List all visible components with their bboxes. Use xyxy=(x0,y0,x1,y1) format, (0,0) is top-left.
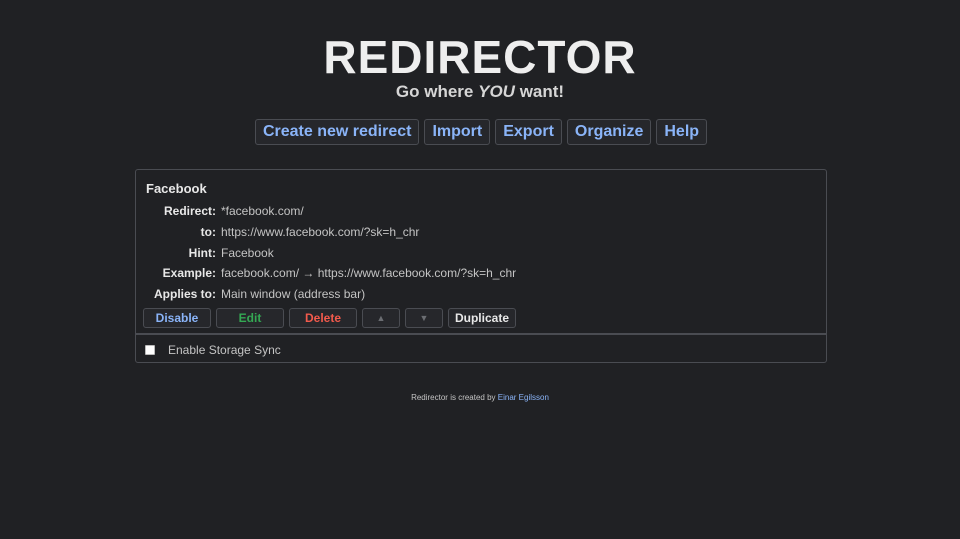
redirect-pattern-value: *facebook.com/ xyxy=(221,204,304,218)
tagline: Go where YOU want! xyxy=(0,82,960,102)
author-link[interactable]: Einar Egilsson xyxy=(498,393,549,402)
storage-sync-checkbox[interactable] xyxy=(145,345,155,355)
redirect-applies-label: Applies to: xyxy=(154,287,216,301)
redirect-example-value: facebook.com/ → https://www.facebook.com… xyxy=(221,266,517,280)
main-menu: Create new redirect Import Export Organi… xyxy=(2,119,960,145)
redirect-actions: Disable Edit Delete ▲ ▼ Duplicate xyxy=(143,308,516,328)
organize-button[interactable]: Organize xyxy=(566,119,652,145)
tagline-emphasis: YOU xyxy=(478,82,515,101)
redirect-name: Facebook xyxy=(146,181,207,196)
redirect-target-value: https://www.facebook.com/?sk=h_chr xyxy=(221,225,420,239)
footer: Redirector is created by Einar Egilsson xyxy=(0,393,960,402)
redirector-page: REDIRECTOR Go where YOU want! Create new… xyxy=(0,0,960,539)
redirect-hint-label: Hint: xyxy=(188,246,216,260)
header: REDIRECTOR Go where YOU want! xyxy=(0,0,960,102)
footer-text: Redirector is created by xyxy=(411,393,496,402)
redirect-pattern-label: Redirect: xyxy=(163,204,216,218)
tagline-end: want! xyxy=(519,82,565,101)
storage-sync-row: Enable Storage Sync xyxy=(145,342,281,358)
redirect-applies-value: Main window (address bar) xyxy=(221,287,366,301)
app-title: REDIRECTOR xyxy=(323,31,637,83)
disable-button[interactable]: Disable xyxy=(143,308,211,328)
redirect-hint-value: Facebook xyxy=(221,246,274,260)
help-button[interactable]: Help xyxy=(656,119,708,145)
move-up-button[interactable]: ▲ xyxy=(362,308,400,328)
import-button[interactable]: Import xyxy=(424,119,491,145)
redirect-list: Facebook Redirect: *facebook.com/ to: ht… xyxy=(135,169,827,363)
export-button[interactable]: Export xyxy=(495,119,562,145)
redirect-example-label: Example: xyxy=(162,266,216,280)
edit-button[interactable]: Edit xyxy=(216,308,284,328)
storage-sync-label: Enable Storage Sync xyxy=(168,343,281,357)
tagline-start: Go where xyxy=(395,82,474,101)
create-new-redirect-button[interactable]: Create new redirect xyxy=(254,119,420,145)
duplicate-button[interactable]: Duplicate xyxy=(448,308,516,328)
panel-divider xyxy=(136,333,826,335)
move-down-button[interactable]: ▼ xyxy=(405,308,443,328)
redirect-target-label: to: xyxy=(200,225,216,239)
delete-button[interactable]: Delete xyxy=(289,308,357,328)
